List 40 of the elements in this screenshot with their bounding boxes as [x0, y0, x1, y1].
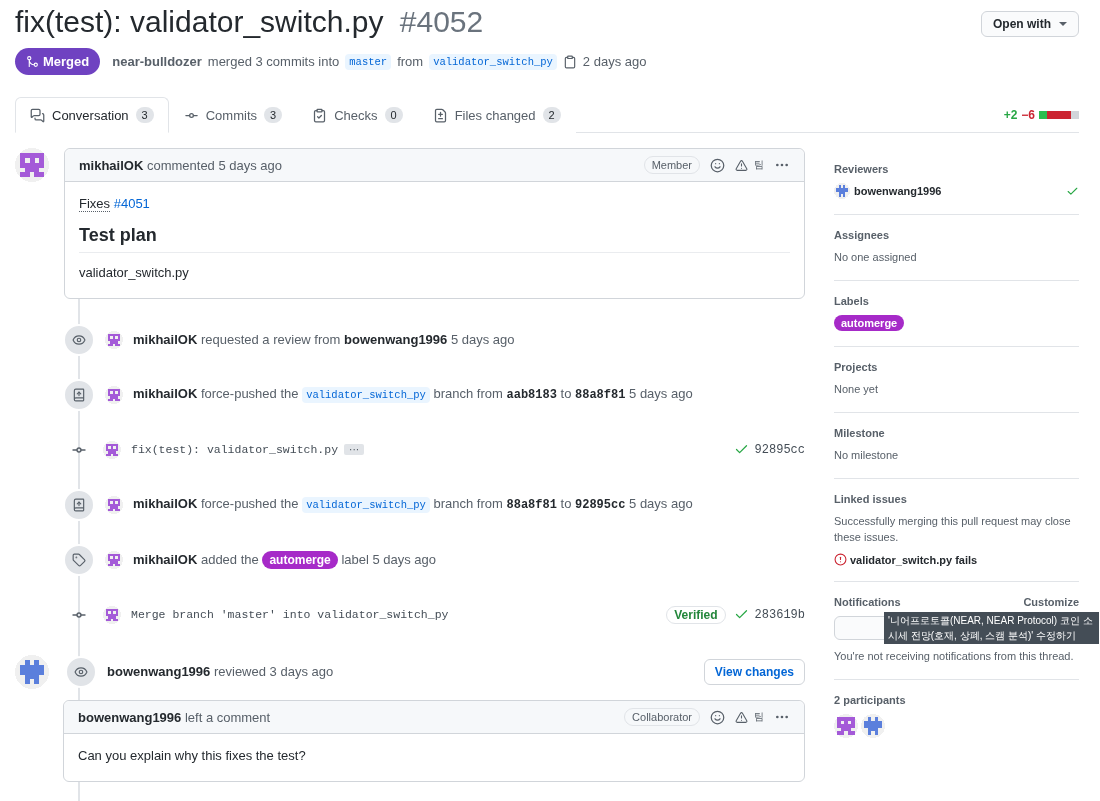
body-text: Fixes — [79, 196, 111, 212]
event-text: label 5 days ago — [341, 551, 437, 567]
section-title: Projects — [834, 361, 878, 373]
section-title: Reviewers — [834, 163, 889, 175]
section-text: You're not receiving notifications from this thread. — [834, 649, 1075, 664]
tooltip: '니어프로토콜(NEAR, NEAR Protocol) 코인 소 시세 전망(호재, 상폐, 스캠 분석)' 수정하기 — [884, 612, 1099, 644]
event-text: branch from — [433, 386, 503, 401]
meta-text: from — [397, 54, 424, 69]
event-text: reviewed 3 days ago — [213, 664, 334, 679]
section-text: None yet — [834, 382, 880, 397]
section-text: No one assigned — [834, 250, 918, 265]
comment-meta: commented 5 days ago — [146, 157, 283, 173]
event-text: 5 days ago — [450, 331, 515, 347]
event-text: to — [560, 496, 572, 511]
status-badge: Merged — [15, 48, 101, 75]
section-title: Labels — [834, 295, 869, 307]
section-title: Milestone — [834, 427, 885, 439]
page-title: fix(test): validator_switch.py #4052 — [15, 6, 484, 38]
event-text: requested a review from — [200, 331, 341, 347]
event-text: to — [560, 386, 572, 401]
section-title: 2 participants — [834, 694, 906, 706]
meta-text: 2 days ago — [582, 54, 647, 69]
section-title: Notifications — [834, 596, 901, 608]
section-heading: Test plan — [79, 225, 790, 253]
event-text: branch from — [433, 496, 503, 511]
comment-meta: left a comment — [184, 709, 271, 725]
section-title: Assignees — [834, 229, 890, 241]
section-title: Linked issues — [834, 493, 907, 505]
meta-text: merged 3 commits into — [207, 54, 340, 69]
section-text: Successfully merging this pull request may close these issues. — [834, 514, 1072, 545]
section-text: No milestone — [834, 448, 900, 463]
event-text: 5 days ago — [629, 496, 693, 511]
event-text: 5 days ago — [629, 386, 693, 401]
body-text: Can you explain why this fixes the test? — [78, 748, 307, 763]
body-text: validator_switch.py — [79, 265, 190, 280]
lines-added: +2 — [1003, 108, 1018, 122]
event-text: force-pushed the — [200, 496, 299, 511]
event-text: force-pushed the — [200, 386, 299, 401]
lines-removed: −6 — [1021, 108, 1035, 122]
event-text: added the — [200, 551, 259, 567]
